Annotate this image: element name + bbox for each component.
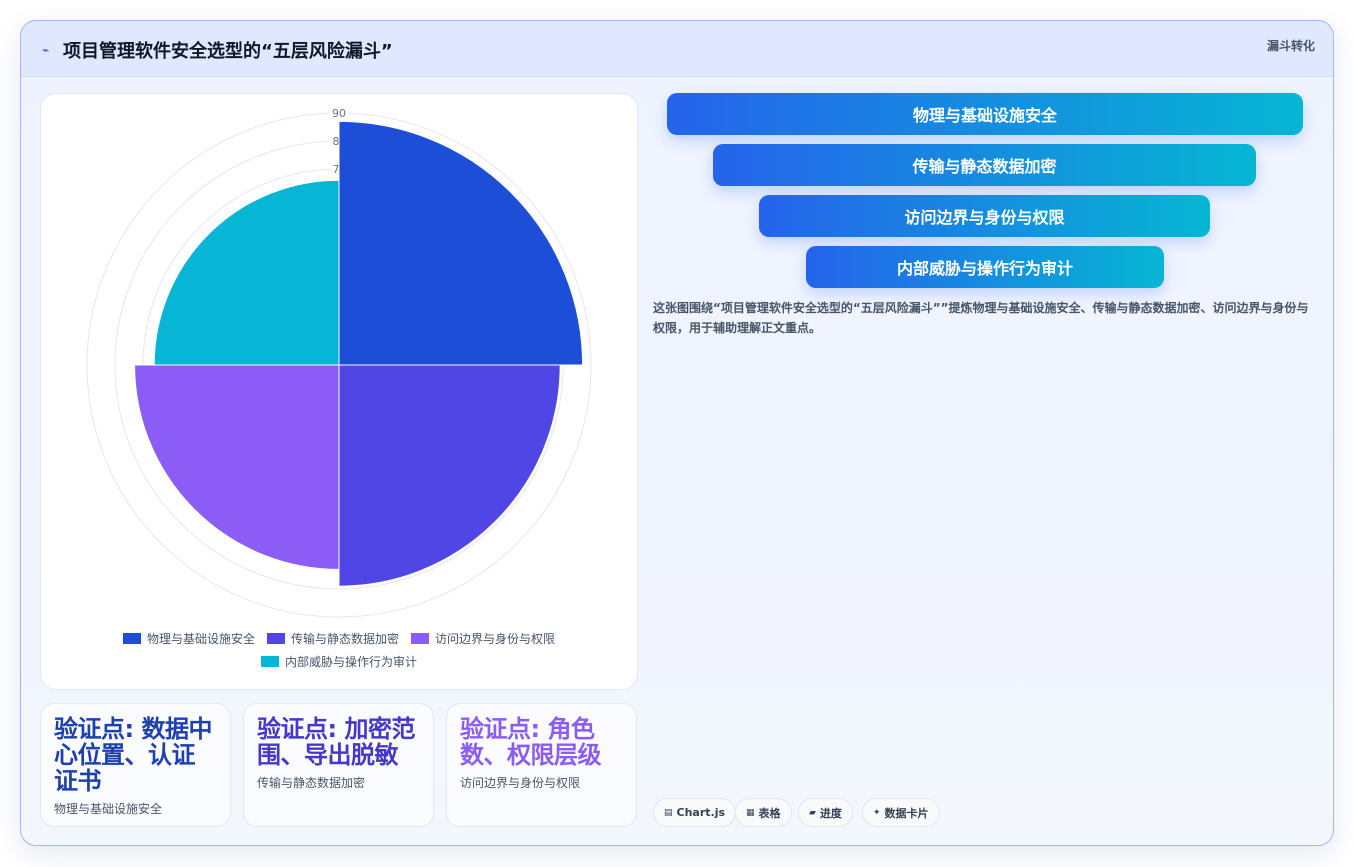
- r-tick-label: 8: [333, 135, 340, 148]
- stat-label: 物理与基础设施安全: [54, 802, 163, 816]
- polar-area-chart: 90 8 7: [86, 106, 592, 618]
- page-title: 项目管理软件安全选型的“五层风险漏斗”: [63, 41, 393, 62]
- stat-value: 验证点: 数据中心位置、认证证书: [54, 715, 212, 795]
- chip-label: 数据卡片: [884, 806, 929, 820]
- polar-wedge-3[interactable]: [134, 364, 340, 570]
- stat-label: 访问边界与身份与权限: [460, 776, 581, 790]
- polar-wedge-1[interactable]: [338, 120, 584, 366]
- stat-card-physical: 验证点: 数据中心位置、认证证书 物理与基础设施安全: [40, 703, 231, 827]
- chart-type-tag: 漏斗转化: [1266, 39, 1315, 53]
- stat-value: 验证点: 加密范围、导出脱敏: [257, 715, 415, 769]
- legend-swatch: [122, 633, 141, 644]
- legend-label: 内部威胁与操作行为审计: [284, 655, 417, 669]
- chart-panel: 90 8 7 物理与基础设施安全 传输与静态数据加密 访问边界与身份与权限内部威胁与操作…: [40, 93, 638, 690]
- polar-wedge-2[interactable]: [338, 364, 561, 587]
- chart-description: 这张图围绕“项目管理软件安全选型的“五层风险漏斗””提炼物理与基础设施安全、传输…: [653, 301, 1309, 335]
- legend-item[interactable]: 物理与基础设施安全: [122, 630, 255, 647]
- chip-table[interactable]: ▦ 表格: [735, 798, 792, 827]
- r-tick-label: 7: [333, 163, 340, 176]
- legend-label: 传输与静态数据加密: [290, 632, 399, 646]
- legend-label: 访问边界与身份与权限: [435, 632, 556, 646]
- funnel-stage-4: 内部威胁与操作行为审计: [806, 246, 1164, 288]
- stat-card-encryption: 验证点: 加密范围、导出脱敏 传输与静态数据加密: [243, 703, 434, 827]
- chip-progress[interactable]: ▰ 进度: [798, 798, 853, 827]
- card-header: ⌁ 项目管理软件安全选型的“五层风险漏斗” 漏斗转化: [21, 21, 1333, 77]
- legend-label: 物理与基础设施安全: [146, 632, 255, 646]
- chart-icon: ▤: [664, 807, 673, 818]
- chip-data-card[interactable]: ✦ 数据卡片: [862, 798, 940, 827]
- chip-chartjs[interactable]: ▤ Chart.js: [653, 798, 737, 827]
- chart-legend: 物理与基础设施安全 传输与静态数据加密 访问边界与身份与权限内部威胁与操作行为审计: [41, 630, 637, 670]
- chip-label: 进度: [819, 806, 842, 820]
- sparkle-icon: ✦: [873, 807, 881, 818]
- funnel-stage-1: 物理与基础设施安全: [667, 93, 1303, 135]
- funnel-stage-2: 传输与静态数据加密: [713, 144, 1256, 186]
- legend-swatch: [411, 633, 429, 644]
- stat-card-access: 验证点: 角色数、权限层级 访问边界与身份与权限: [446, 703, 637, 827]
- progress-icon: ▰: [809, 807, 816, 818]
- chip-label: 表格: [758, 806, 781, 820]
- funnel-stage-3: 访问边界与身份与权限: [759, 195, 1210, 237]
- legend-swatch: [266, 633, 285, 644]
- legend-item[interactable]: 传输与静态数据加密: [266, 630, 399, 647]
- legend-swatch: [260, 656, 279, 667]
- report-card: ⌁ 项目管理软件安全选型的“五层风险漏斗” 漏斗转化 90 8 7 物理与基础设施安…: [20, 20, 1334, 846]
- polar-wedge-4[interactable]: [153, 179, 340, 366]
- table-icon: ▦: [746, 807, 755, 818]
- legend-item[interactable]: 内部威胁与操作行为审计: [260, 653, 417, 670]
- legend-item[interactable]: 访问边界与身份与权限: [411, 630, 555, 647]
- r-tick-label: 90: [332, 107, 346, 120]
- chip-label: Chart.js: [676, 806, 726, 819]
- stat-value: 验证点: 角色数、权限层级: [460, 715, 602, 769]
- stat-label: 传输与静态数据加密: [257, 776, 366, 790]
- line-chart-icon: ⌁: [42, 43, 50, 57]
